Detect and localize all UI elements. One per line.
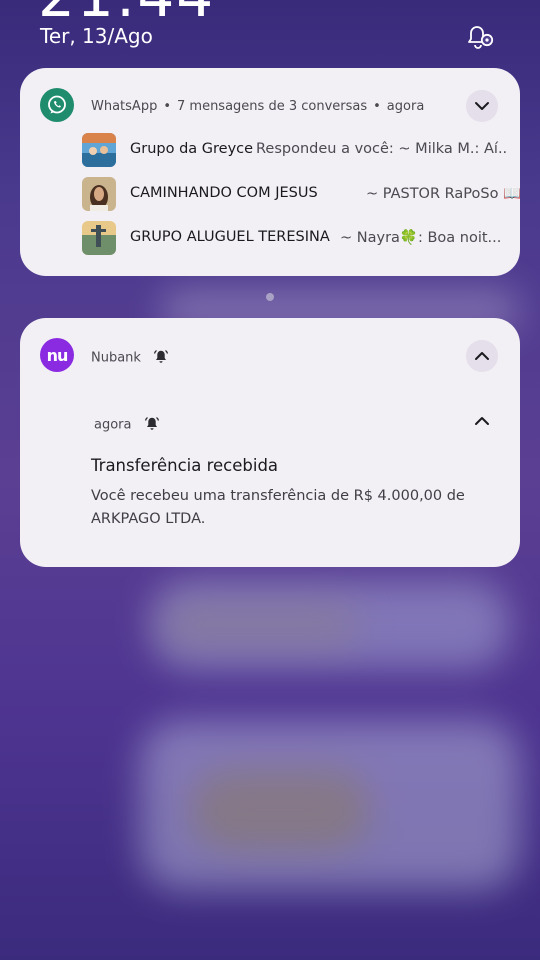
notification-time: agora xyxy=(386,99,425,114)
whatsapp-notification[interactable]: WhatsApp • 7 mensagens de 3 conversas • agor… xyxy=(20,68,522,276)
conversation-snippet: Respondeu a você: ~ Milka M.: Aí... xyxy=(256,141,506,157)
group-avatar xyxy=(82,177,116,211)
nubank-header: Nubank xyxy=(91,348,169,368)
conversation-snippet: ~ Nayra🍀: Boa noit... xyxy=(340,230,502,246)
page-indicator-dot xyxy=(266,293,274,301)
notification-title: Transferência recebida xyxy=(91,456,279,475)
chevron-down-icon xyxy=(475,102,489,110)
conversation-snippet: ~ PASTOR RaPoSo 📖: . xyxy=(366,186,522,202)
group-avatar xyxy=(82,221,116,255)
whatsapp-header: WhatsApp • 7 mensagens de 3 conversas • agor… xyxy=(91,99,425,114)
collapse-button[interactable] xyxy=(466,340,498,372)
conversation-row[interactable]: CAMINHANDO COM JESUS ~ PASTOR RaPoSo 📖: … xyxy=(82,177,522,213)
conversation-name: CAMINHANDO COM JESUS xyxy=(130,185,318,201)
nubank-icon: nu xyxy=(40,338,74,372)
notification-body: Você recebeu uma transferência de R$ 4.0… xyxy=(91,488,465,527)
conversation-row[interactable]: Grupo da Greyce Respondeu a você: ~ Milk… xyxy=(82,133,506,169)
sub-notification-time-row: agora xyxy=(94,415,160,435)
chevron-up-icon xyxy=(475,352,489,360)
alert-bell-icon xyxy=(153,348,169,368)
collapse-sub-button[interactable] xyxy=(466,405,498,437)
conversation-row[interactable]: GRUPO ALUGUEL TERESINA ~ Nayra🍀: Boa noi… xyxy=(82,221,502,257)
blurred-background xyxy=(190,770,370,850)
notification-time: agora xyxy=(94,417,132,433)
conversation-name: Grupo da Greyce xyxy=(130,141,254,157)
chevron-up-icon xyxy=(475,417,489,425)
group-avatar xyxy=(82,133,116,167)
alert-bell-icon xyxy=(144,415,160,435)
blurred-background xyxy=(160,600,360,650)
lock-date: Ter, 13/Ago xyxy=(40,24,153,48)
notification-settings-button[interactable] xyxy=(462,18,498,54)
conversation-name: GRUPO ALUGUEL TERESINA xyxy=(130,229,330,245)
app-name: WhatsApp xyxy=(91,99,158,114)
expand-button[interactable] xyxy=(466,90,498,122)
whatsapp-icon xyxy=(40,88,74,122)
bell-settings-icon xyxy=(468,26,494,49)
nubank-notification[interactable]: nu Nubank agora Transferência recebida V… xyxy=(20,318,520,567)
message-summary: 7 mensagens de 3 conversas xyxy=(177,99,368,114)
app-name: Nubank xyxy=(91,350,141,366)
nubank-logo-text: nu xyxy=(46,345,69,365)
